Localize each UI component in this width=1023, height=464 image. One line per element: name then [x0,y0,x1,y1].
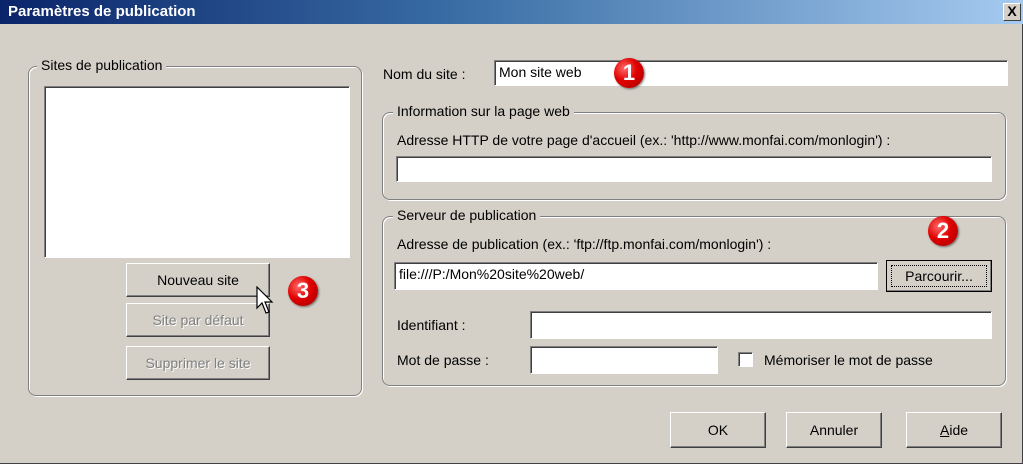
web-page-group-legend: Information sur la page web [393,103,574,119]
default-site-button[interactable]: Site par défaut [126,303,270,337]
close-icon: X [1007,3,1017,19]
annotation-badge-2: 2 [928,216,958,246]
publish-address-input[interactable]: file:///P:/Mon%20site%20web/ [394,262,878,290]
annotation-badge-1: 1 [614,58,644,88]
help-button[interactable]: Aide [906,412,1002,448]
sites-listbox[interactable] [44,86,350,258]
cancel-label: Annuler [809,422,859,438]
username-label: Identifiant : [397,317,466,333]
close-button[interactable]: X [1003,3,1021,21]
help-label: Aide [939,422,969,438]
server-group-legend: Serveur de publication [393,207,541,223]
publish-address-label: Adresse de publication (ex.: 'ftp://ftp.… [397,236,772,252]
publish-settings-dialog: Paramètres de publication X Sites de pub… [0,0,1023,464]
cancel-button[interactable]: Annuler [786,412,882,448]
delete-site-label: Supprimer le site [145,355,251,371]
new-site-button[interactable]: Nouveau site [126,263,270,297]
browse-focus-rect [891,265,987,287]
new-site-label: Nouveau site [157,272,239,288]
title-bar[interactable]: Paramètres de publication X [0,0,1023,24]
username-input[interactable] [530,311,992,339]
remember-password-label[interactable]: Mémoriser le mot de passe [764,352,933,368]
delete-site-button[interactable]: Supprimer le site [126,346,270,380]
mouse-cursor-icon [256,286,274,314]
site-name-label: Nom du site : [383,66,466,82]
site-name-input[interactable]: Mon site web [494,60,1008,86]
default-site-label: Site par défaut [152,312,244,328]
window-title: Paramètres de publication [8,3,196,20]
password-label: Mot de passe : [397,352,489,368]
remember-password-checkbox[interactable] [738,352,753,367]
http-address-label: Adresse HTTP de votre page d'accueil (ex… [397,132,891,148]
ok-label: OK [707,422,729,438]
annotation-badge-3: 3 [288,276,318,306]
ok-button[interactable]: OK [670,412,766,448]
password-input[interactable] [530,346,718,374]
sites-group-legend: Sites de publication [37,57,167,73]
browse-button[interactable]: Parcourir... [886,260,992,292]
http-address-input[interactable] [396,156,992,182]
